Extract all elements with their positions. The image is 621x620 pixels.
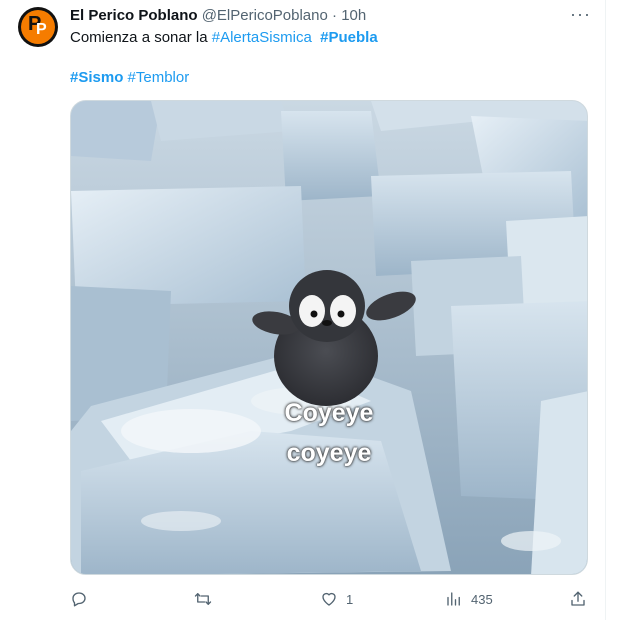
separator-dot: ·: [332, 7, 338, 24]
more-icon[interactable]: ···: [570, 4, 590, 24]
like-icon: [322, 592, 336, 606]
like-count: 1: [346, 591, 354, 607]
tweet-header: El Perico Poblano @ElPericoPoblano · 10h: [70, 6, 366, 26]
tweet-actions-bar: 1 435: [70, 588, 590, 610]
tweet-text-line-1: Comienza a sonar la #AlertaSismica #Pueb…: [70, 28, 378, 48]
views-button[interactable]: 435: [445, 588, 493, 610]
hashtag-puebla[interactable]: #Puebla: [320, 29, 378, 46]
tweet-text: Comienza a sonar la: [70, 29, 212, 46]
tweet-text-line-2: #Sismo #Temblor: [70, 68, 189, 88]
views-count: 435: [471, 591, 493, 607]
author-handle[interactable]: @ElPericoPoblano: [202, 7, 328, 24]
hashtag-alertasismica[interactable]: #AlertaSismica: [212, 29, 312, 46]
media-caption-line-2: coyeye: [286, 439, 372, 467]
media-caption-line-1: Coyeye: [284, 399, 374, 427]
views-icon: [447, 592, 460, 606]
retweet-button[interactable]: [194, 588, 220, 610]
author-name[interactable]: El Perico Poblano: [70, 7, 198, 24]
reply-icon: [72, 592, 86, 607]
hashtag-temblor[interactable]: #Temblor: [128, 69, 190, 86]
share-button[interactable]: [569, 588, 587, 610]
hashtag-sismo[interactable]: #Sismo: [70, 69, 123, 86]
like-button[interactable]: 1: [320, 588, 353, 610]
retweet-icon: [194, 593, 212, 605]
timeline-border: [605, 0, 606, 620]
reply-button[interactable]: [70, 588, 96, 610]
avatar-logo-p-small: P: [36, 21, 47, 38]
tweet-media-image[interactable]: Coyeye coyeye: [70, 100, 588, 575]
author-avatar[interactable]: P P: [18, 7, 58, 47]
ice-penguin-photo: [71, 101, 587, 574]
tweet-card[interactable]: P P El Perico Poblano @ElPericoPoblano ·…: [0, 0, 605, 620]
share-icon: [571, 591, 585, 606]
tweet-time[interactable]: 10h: [341, 7, 366, 24]
